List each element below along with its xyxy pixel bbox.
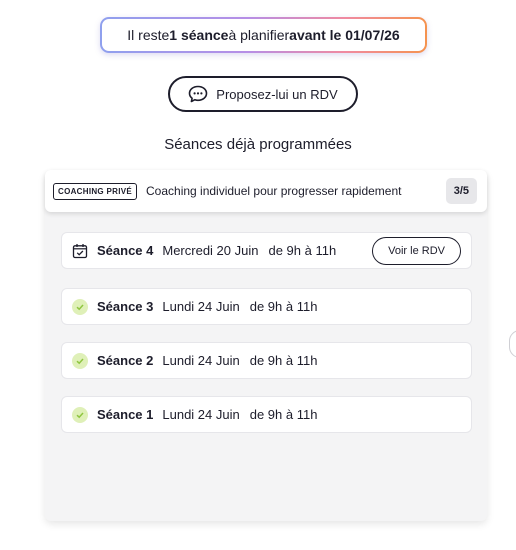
scroll-handle[interactable] (509, 330, 516, 358)
session-label: Séance 1 (97, 407, 154, 422)
session-row-3: Séance 3 Lundi 24 Juin de 9h à 11h (61, 288, 472, 325)
session-time: de 9h à 11h (268, 243, 337, 258)
check-icon (72, 298, 88, 315)
banner-text: Il reste 1 séance à planifier avant le 0… (102, 19, 425, 51)
session-row-2: Séance 2 Lundi 24 Juin de 9h à 11h (61, 342, 472, 379)
remaining-sessions-banner: Il reste 1 séance à planifier avant le 0… (100, 17, 427, 53)
banner-prefix: Il reste (127, 27, 170, 43)
propose-rdv-button[interactable]: Proposez-lui un RDV (168, 76, 358, 112)
section-title: Séances déjà programmées (164, 136, 352, 153)
session-time: de 9h à 11h (249, 407, 318, 422)
session-label: Séance 3 (97, 299, 154, 314)
session-label: Séance 2 (97, 353, 154, 368)
session-time: de 9h à 11h (249, 353, 318, 368)
session-row-4: Séance 4 Mercredi 20 Juin de 9h à 11h Vo… (61, 232, 472, 269)
coaching-header: COACHING PRIVÉ Coaching individuel pour … (45, 170, 487, 212)
session-date: Lundi 24 Juin (162, 407, 240, 422)
chat-bubble-icon (188, 85, 208, 103)
banner-count: 1 séance (169, 27, 229, 43)
session-row-1: Séance 1 Lundi 24 Juin de 9h à 11h (61, 396, 472, 433)
check-icon (72, 352, 88, 369)
session-label: Séance 4 (97, 243, 154, 258)
session-count-badge: 3/5 (445, 178, 477, 204)
propose-rdv-label: Proposez-lui un RDV (216, 86, 338, 102)
session-time: de 9h à 11h (249, 299, 318, 314)
banner-deadline: avant le 01/07/26 (289, 27, 400, 43)
calendar-check-icon (72, 243, 88, 259)
session-date: Lundi 24 Juin (162, 299, 240, 314)
coaching-tag: COACHING PRIVÉ (53, 182, 137, 200)
check-icon (72, 406, 88, 423)
coaching-description: Coaching individuel pour progresser rapi… (146, 184, 402, 198)
session-date: Mercredi 20 Juin (162, 243, 259, 258)
session-date: Lundi 24 Juin (162, 353, 240, 368)
view-rdv-button[interactable]: Voir le RDV (372, 236, 461, 265)
banner-middle: à planifier (228, 27, 290, 43)
